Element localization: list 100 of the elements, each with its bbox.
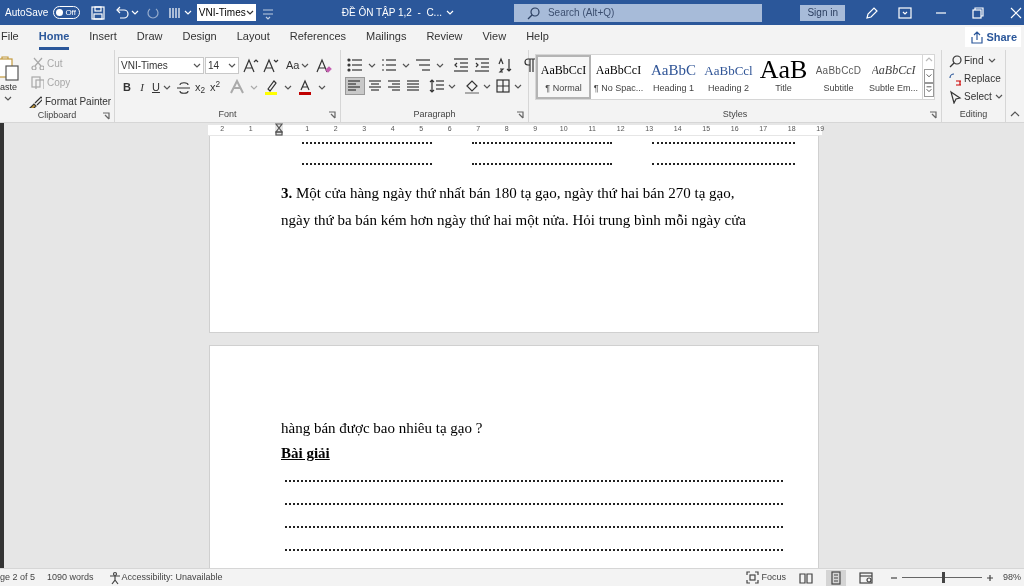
fill-in-line[interactable] (302, 163, 432, 165)
dialog-launcher-icon[interactable] (102, 112, 110, 120)
ribbon-tab[interactable]: Insert (89, 28, 117, 50)
replace-button[interactable]: Replace (948, 71, 1005, 86)
fill-in-line[interactable] (652, 163, 795, 165)
caret-icon[interactable] (193, 62, 201, 69)
fill-in-line[interactable] (302, 142, 432, 144)
zoom-level[interactable]: 98% (1003, 570, 1021, 585)
caret-icon[interactable] (318, 83, 327, 91)
dialog-launcher-icon[interactable] (328, 111, 336, 119)
multilevel-list-icon[interactable] (415, 57, 431, 73)
caret-icon[interactable] (988, 57, 997, 64)
ribbon-tab[interactable]: Design (182, 28, 217, 50)
shading-icon[interactable] (464, 78, 480, 94)
style-option[interactable]: AaBbCcI ¶ Normal (536, 55, 591, 99)
dialog-launcher-icon[interactable] (929, 111, 937, 119)
restore-icon[interactable] (970, 4, 986, 21)
ribbon-tab[interactable]: Help (526, 28, 549, 50)
style-option[interactable]: AaBbCcI ¶ No Spac... (591, 55, 646, 99)
caret-icon[interactable] (4, 94, 12, 102)
strikethrough-icon[interactable] (175, 80, 190, 95)
view-button[interactable] (856, 569, 876, 586)
ribbon-tab[interactable]: View (482, 28, 507, 50)
fill-in-line[interactable] (285, 503, 783, 505)
ribbon-tab[interactable]: Review (426, 28, 463, 50)
clipboard-item[interactable]: Format Painter (28, 93, 112, 109)
bullets-icon[interactable] (347, 57, 363, 73)
indent-marker-icon[interactable] (275, 123, 283, 136)
fill-in-line[interactable] (472, 163, 612, 165)
fill-in-line[interactable] (285, 549, 783, 551)
font-size-field[interactable]: 14 (205, 57, 239, 74)
underline-button[interactable]: U (152, 79, 171, 96)
find-button[interactable]: Find (948, 53, 1005, 68)
pilcrow-icon[interactable] (521, 57, 537, 73)
caret-icon[interactable] (245, 9, 254, 16)
fill-in-line[interactable] (285, 480, 783, 482)
caret-icon[interactable] (483, 82, 491, 90)
dialog-launcher-icon[interactable] (516, 111, 524, 119)
ribbon-display-icon[interactable] (897, 4, 913, 21)
subscript-button[interactable]: x$_{2}$ (194, 79, 206, 96)
borders-icon[interactable] (495, 78, 511, 94)
ribbon-tab[interactable]: Draw (136, 28, 163, 50)
font-color-icon[interactable] (297, 79, 314, 96)
change-case-button[interactable]: Aa (286, 57, 310, 74)
numbering-icon[interactable] (381, 57, 397, 73)
view-button[interactable] (826, 569, 846, 586)
shrink-font-icon[interactable] (263, 57, 279, 74)
caret-icon[interactable] (448, 82, 456, 90)
zoom-in-icon[interactable] (986, 573, 994, 582)
superscript-button[interactable]: x$^{2}$ (210, 79, 221, 96)
sign-in-button[interactable]: Sign in (800, 4, 845, 21)
save-icon[interactable] (89, 4, 106, 21)
align-center-icon[interactable] (367, 78, 383, 94)
align-left-icon[interactable] (346, 78, 364, 94)
word-count[interactable]: 1090 words (47, 570, 94, 585)
caret-icon[interactable] (228, 62, 236, 69)
fill-in-line[interactable] (285, 526, 783, 528)
caret-icon[interactable] (402, 61, 410, 69)
bold-button[interactable]: B (122, 79, 132, 96)
scroll-down-icon[interactable] (923, 69, 934, 83)
caret-icon[interactable] (436, 61, 444, 69)
share-button[interactable]: Share (965, 27, 1021, 47)
ribbon-tab[interactable]: File (1, 28, 19, 50)
focus-button[interactable]: Focus (746, 570, 786, 585)
caret-icon[interactable] (514, 82, 522, 90)
grow-font-icon[interactable] (243, 57, 259, 74)
caret-icon[interactable] (284, 83, 293, 91)
decrease-indent-icon[interactable] (453, 57, 469, 73)
justify-icon[interactable] (405, 78, 421, 94)
page-count[interactable]: ge 2 of 5 (0, 570, 36, 585)
search-field[interactable]: Search (Alt+Q) (513, 3, 763, 22)
collapse-ribbon-icon[interactable] (1010, 110, 1020, 118)
caret-icon[interactable] (301, 62, 310, 69)
fill-in-line[interactable] (652, 142, 795, 144)
clipboard-icon[interactable] (0, 54, 20, 82)
font-box[interactable]: VNI-Times (196, 4, 256, 21)
italic-button[interactable]: I (137, 79, 147, 96)
style-option[interactable]: AaBbCcl Heading 2 (701, 55, 756, 99)
align-right-icon[interactable] (386, 78, 402, 94)
increase-indent-icon[interactable] (474, 57, 490, 73)
caret-icon[interactable] (368, 61, 376, 69)
more-styles-icon[interactable] (923, 83, 934, 97)
select-button[interactable]: Select (948, 89, 1005, 104)
clear-formatting-icon[interactable] (316, 57, 333, 74)
caret-icon[interactable] (994, 93, 1003, 100)
style-option[interactable]: AaBbCcI Subtle Em... (866, 55, 921, 99)
fill-in-line[interactable] (472, 142, 612, 144)
style-option[interactable]: AaB Title (756, 55, 811, 99)
accessibility-button[interactable]: Accessibility: Unavailable (107, 570, 223, 585)
font-name-field[interactable]: VNI-Times (118, 57, 204, 74)
sort-icon[interactable] (497, 57, 513, 73)
caret-icon[interactable] (162, 83, 171, 91)
paste-button[interactable]: aste (0, 81, 17, 95)
style-option[interactable]: AaBbCcD Subtitle (811, 55, 866, 99)
style-option[interactable]: AaBbC Heading 1 (646, 55, 701, 99)
ribbon-tab[interactable]: Mailings (366, 28, 407, 50)
line-spacing-icon[interactable] (429, 78, 445, 94)
highlighter-icon[interactable] (263, 79, 280, 96)
ribbon-tab[interactable]: References (289, 28, 347, 50)
ribbon-tab[interactable]: Layout (236, 28, 270, 50)
